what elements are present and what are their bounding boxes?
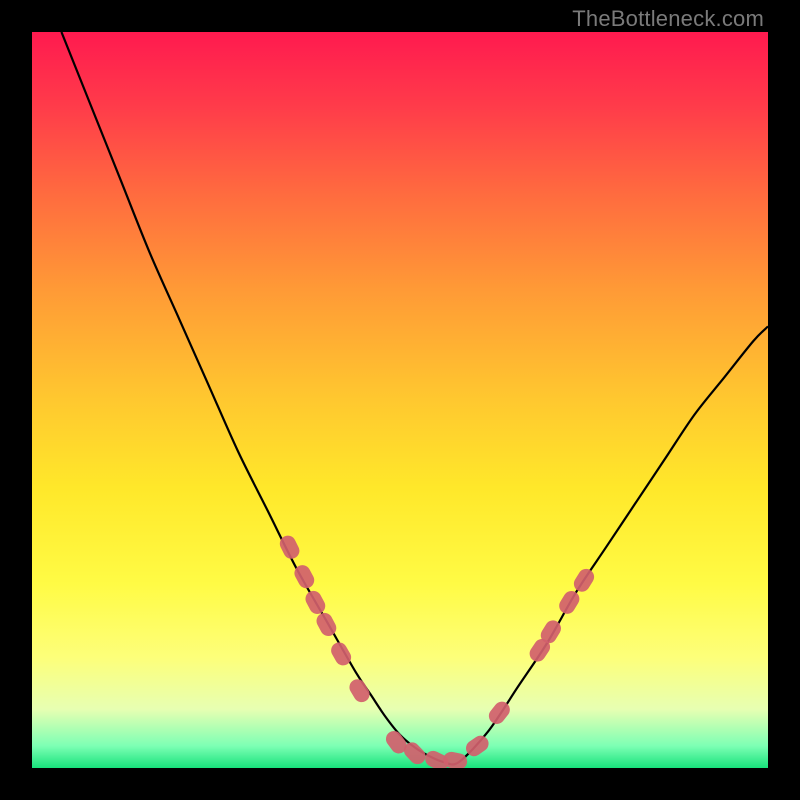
marker <box>571 566 597 595</box>
curve-markers <box>277 533 597 768</box>
curve-line <box>61 32 768 765</box>
chart-plot-area <box>32 32 768 768</box>
attribution-text: TheBottleneck.com <box>572 6 764 32</box>
marker <box>556 588 582 617</box>
marker <box>486 698 513 727</box>
marker <box>303 588 328 617</box>
marker <box>346 676 372 705</box>
marker <box>442 750 469 768</box>
chart-svg <box>32 32 768 768</box>
